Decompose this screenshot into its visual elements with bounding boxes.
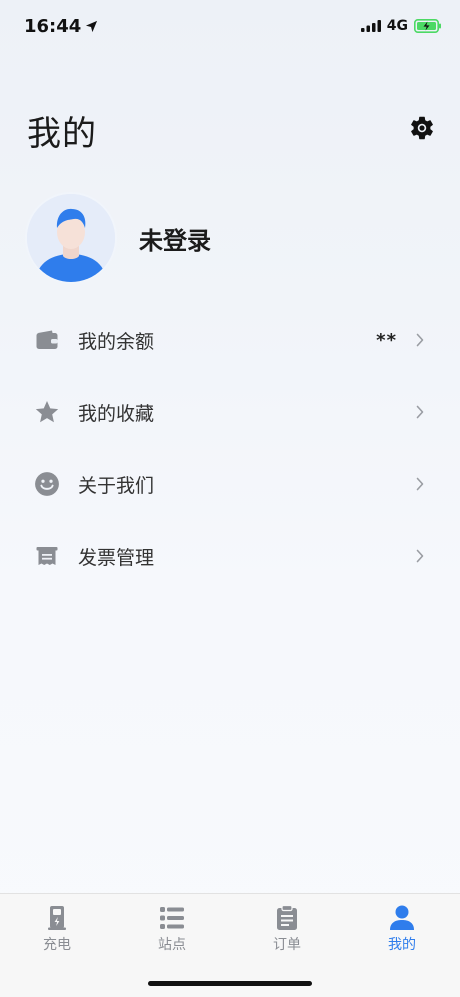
invoice-icon: [34, 543, 60, 569]
status-time: 16:44: [24, 16, 98, 37]
gear-icon: [411, 116, 433, 140]
tab-stations[interactable]: 站点: [132, 904, 212, 954]
battery-icon: [414, 19, 441, 33]
tab-label: 站点: [158, 937, 186, 953]
location-arrow-icon: [86, 20, 98, 33]
tab-label: 订单: [273, 937, 301, 953]
menu-item-about[interactable]: 关于我们: [0, 448, 460, 520]
star-icon: [34, 399, 60, 425]
wallet-icon: [34, 327, 60, 353]
menu-list: 我的余额 ** 我的收藏 关于我们 发票管理: [0, 304, 460, 592]
avatar-person-icon: [27, 194, 115, 282]
signal-icon: [360, 20, 381, 32]
chevron-right-icon: [416, 549, 424, 563]
status-time-text: 16:44: [24, 16, 82, 37]
chevron-right-icon: [416, 333, 424, 347]
chevron-right-icon: [416, 405, 424, 419]
charger-icon: [48, 906, 66, 930]
login-status[interactable]: 未登录: [139, 221, 211, 256]
avatar[interactable]: [25, 192, 117, 284]
menu-label: 发票管理: [78, 546, 155, 569]
page-title: 我的: [27, 114, 97, 154]
status-indicators: 4G: [360, 18, 442, 34]
clipboard-icon: [277, 904, 297, 930]
chevron-right-icon: [416, 477, 424, 491]
tab-label: 我的: [388, 937, 416, 953]
tab-mine[interactable]: 我的: [362, 904, 442, 954]
settings-button[interactable]: [408, 114, 436, 142]
profile-section[interactable]: 未登录: [25, 192, 211, 284]
smiley-icon: [34, 471, 60, 497]
menu-label: 关于我们: [78, 474, 155, 497]
menu-item-invoice[interactable]: 发票管理: [0, 520, 460, 592]
menu-label: 我的余额: [78, 330, 155, 353]
status-bar: 16:44 4G: [0, 0, 460, 54]
tab-orders[interactable]: 订单: [247, 904, 327, 954]
list-icon: [160, 907, 184, 929]
person-icon: [390, 905, 414, 930]
balance-value: **: [376, 329, 397, 351]
network-label: 4G: [386, 18, 408, 34]
menu-label: 我的收藏: [78, 402, 155, 425]
menu-item-balance[interactable]: 我的余额 **: [0, 304, 460, 376]
menu-item-favorites[interactable]: 我的收藏: [0, 376, 460, 448]
tab-charge[interactable]: 充电: [17, 904, 97, 954]
home-indicator[interactable]: [148, 981, 312, 986]
tab-label: 充电: [43, 937, 71, 953]
